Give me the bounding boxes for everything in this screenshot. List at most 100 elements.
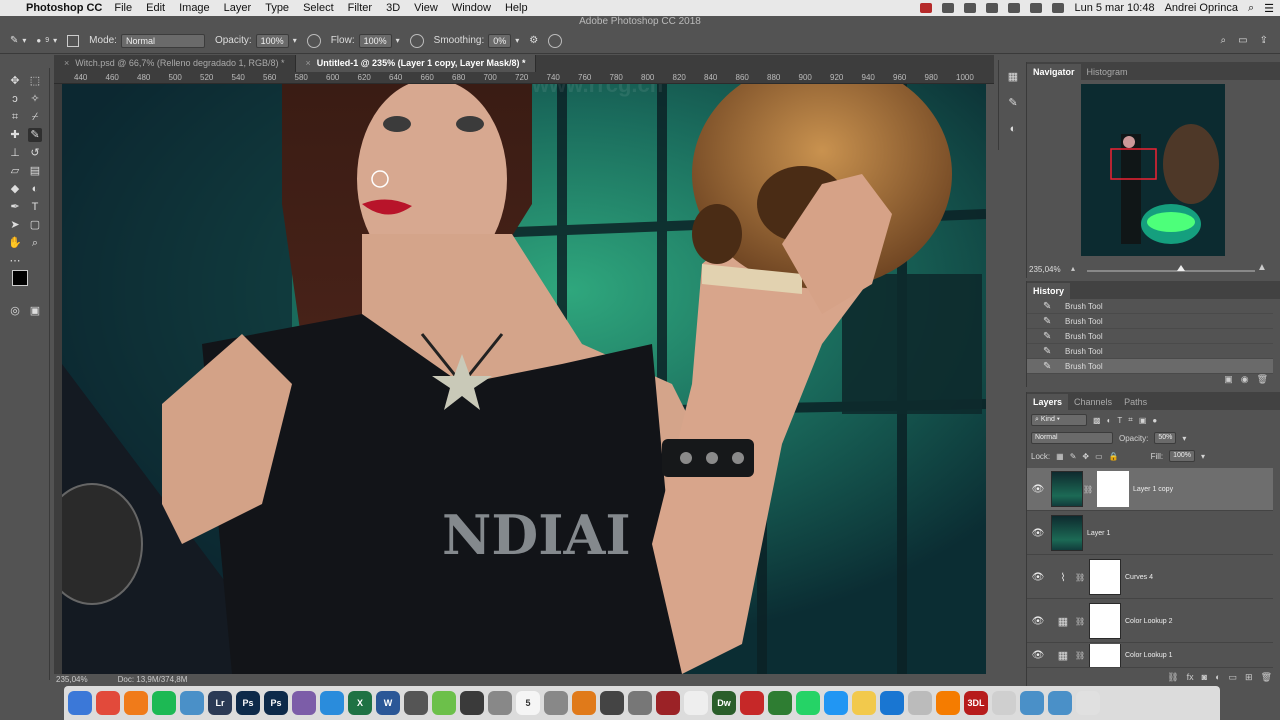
layer-thumbnail[interactable] (1051, 515, 1083, 551)
layer-name[interactable]: Layer 1 copy (1133, 486, 1173, 493)
pen-tool-icon[interactable]: ✒ (8, 200, 22, 214)
dock-app-icon[interactable] (404, 691, 428, 715)
properties-panel-icon[interactable]: ▦ (1006, 70, 1020, 84)
dock-app-icon[interactable] (460, 691, 484, 715)
lock-position-icon[interactable]: ✥ (1082, 452, 1089, 461)
color-lookup-icon[interactable]: ▦ (1051, 615, 1075, 628)
dock-app-icon[interactable] (1020, 691, 1044, 715)
zoom-status[interactable]: 235,04% (56, 674, 88, 686)
menu-view[interactable]: View (414, 2, 438, 14)
zoom-out-icon[interactable]: ▴ (1071, 264, 1075, 273)
new-adjustment-icon[interactable]: ◐ (1215, 672, 1220, 683)
shape-tool-icon[interactable]: ▢ (28, 218, 42, 232)
layer-row[interactable]: 👁 ⌇ ⛓ Curves 4 (1027, 556, 1273, 599)
dock-app-icon[interactable] (852, 691, 876, 715)
menu-file[interactable]: File (114, 2, 132, 14)
dock-app-icon[interactable] (488, 691, 512, 715)
dock-app-icon[interactable] (936, 691, 960, 715)
dock-app-icon[interactable] (908, 691, 932, 715)
visibility-eye-icon[interactable]: 👁 (1029, 572, 1047, 583)
layer-opacity-field[interactable]: 50% (1154, 432, 1177, 444)
curves-adjustment-icon[interactable]: ⌇ (1051, 571, 1075, 584)
tab-navigator[interactable]: Navigator (1027, 64, 1081, 80)
link-layers-icon[interactable]: ⛓ (1167, 672, 1178, 683)
dock-app-icon[interactable] (1048, 691, 1072, 715)
tab-histogram[interactable]: Histogram (1081, 64, 1134, 80)
dock-app-icon[interactable] (180, 691, 204, 715)
filter-smart-object-icon[interactable]: ▣ (1139, 416, 1147, 425)
dock-app-icon[interactable]: X (348, 691, 372, 715)
tab-untitled[interactable]: × Untitled-1 @ 235% (Layer 1 copy, Layer … (295, 55, 537, 72)
dock-app-icon[interactable] (880, 691, 904, 715)
layer-row[interactable]: 👁 ▦ ⛓ Color Lookup 1 (1027, 644, 1273, 668)
add-mask-icon[interactable]: ◙ (1202, 672, 1207, 683)
trash-icon[interactable]: 🗑 (1257, 374, 1268, 385)
magic-wand-icon[interactable]: ✧ (28, 92, 42, 106)
menu-filter[interactable]: Filter (348, 2, 372, 14)
layer-row[interactable]: 👁 ⛓ Layer 1 copy (1027, 468, 1273, 511)
notification-icon[interactable]: ☰ (1264, 2, 1274, 15)
gear-icon[interactable]: ⚙ (529, 35, 538, 46)
blur-tool-icon[interactable]: ◆ (8, 182, 22, 196)
layer-filter-kind[interactable]: ⌕ Kind ▾ (1031, 414, 1087, 426)
dodge-tool-icon[interactable]: ◐ (28, 182, 42, 196)
lock-artboard-icon[interactable]: ▭ (1095, 452, 1103, 461)
dock-app-icon[interactable]: Dw (712, 691, 736, 715)
eraser-icon[interactable]: ▱ (8, 164, 22, 178)
hand-tool-icon[interactable]: ✋ (8, 236, 22, 250)
navigator-zoom-slider[interactable] (1087, 270, 1255, 272)
display-icon[interactable] (942, 3, 955, 13)
eyedropper-icon[interactable]: ⌿ (28, 110, 42, 124)
mask-link-icon[interactable]: ⛓ (1075, 617, 1085, 626)
menu-type[interactable]: Type (265, 2, 289, 14)
tab-channels[interactable]: Channels (1068, 394, 1118, 410)
new-group-icon[interactable]: ▭ (1229, 672, 1238, 683)
screen-mode-icon[interactable]: ▣ (28, 304, 42, 318)
bluetooth-icon[interactable] (986, 3, 999, 13)
dock-app-icon[interactable] (656, 691, 680, 715)
pressure-opacity-icon[interactable] (306, 33, 321, 48)
new-layer-icon[interactable]: ⊞ (1245, 672, 1253, 683)
type-tool-icon[interactable]: T (28, 200, 42, 214)
layer-name[interactable]: Curves 4 (1125, 574, 1153, 581)
dock-app-icon[interactable]: Lr (208, 691, 232, 715)
workspace-icon[interactable]: ▭ (1238, 35, 1247, 46)
zoom-in-icon[interactable]: ▲ (1257, 262, 1267, 273)
horizontal-ruler[interactable]: 440 460 480 500 520 540 560 580 600 620 640 660 680 7… (54, 72, 994, 84)
lasso-tool-icon[interactable]: ↄ (8, 92, 22, 106)
visibility-eye-icon[interactable]: 👁 (1029, 650, 1047, 661)
timemachine-icon[interactable] (964, 3, 977, 13)
brush-tool-preset[interactable]: ✎ ▾ (10, 35, 26, 46)
lock-all-icon[interactable]: 🔒 (1109, 452, 1119, 461)
delete-layer-icon[interactable]: 🗑 (1261, 672, 1272, 683)
dock-app-icon[interactable] (68, 691, 92, 715)
brush-panel-icon[interactable]: ✎ (1006, 96, 1020, 110)
share-icon[interactable]: ⇪ (1260, 35, 1268, 46)
snapshot-icon[interactable]: ◉ (1241, 374, 1249, 385)
dock-app-icon[interactable]: Ps (264, 691, 288, 715)
mode-select[interactable]: Normal (120, 33, 205, 48)
search-icon[interactable]: ⌕ (1221, 35, 1227, 46)
lock-pixels-icon[interactable]: ✎ (1070, 452, 1077, 461)
filter-type-icon[interactable]: T (1117, 416, 1122, 425)
close-icon[interactable]: × (306, 58, 311, 68)
quick-mask-icon[interactable]: ◎ (8, 304, 22, 318)
dock-app-icon[interactable] (740, 691, 764, 715)
doc-size-status[interactable]: Doc: 13,9M/374,8M (118, 674, 188, 686)
navigator-zoom-handle[interactable] (1177, 265, 1185, 271)
history-item-selected[interactable]: ✎ Brush Tool (1027, 359, 1273, 374)
fill-field[interactable]: 100% (1169, 450, 1195, 462)
dock-app-icon[interactable]: 3DL (964, 691, 988, 715)
gradient-icon[interactable]: ▤ (28, 164, 42, 178)
dock-app-icon[interactable] (320, 691, 344, 715)
dock-app-icon[interactable] (824, 691, 848, 715)
filter-adjustment-icon[interactable]: ◐ (1107, 416, 1112, 425)
mask-link-icon[interactable]: ⛓ (1075, 651, 1085, 660)
airbrush-icon[interactable] (409, 33, 424, 48)
tab-witch[interactable]: × Witch.psd @ 66,7% (Relleno degradado 1,… (54, 55, 296, 72)
history-item[interactable]: ✎ Brush Tool (1027, 299, 1273, 314)
brush-size-picker[interactable]: ● 9 ▾ (36, 36, 57, 45)
visibility-eye-icon[interactable]: 👁 (1029, 528, 1047, 539)
flag-icon[interactable] (1052, 3, 1065, 13)
document-canvas[interactable]: NDIAI www.rrcg.cn (62, 84, 986, 674)
